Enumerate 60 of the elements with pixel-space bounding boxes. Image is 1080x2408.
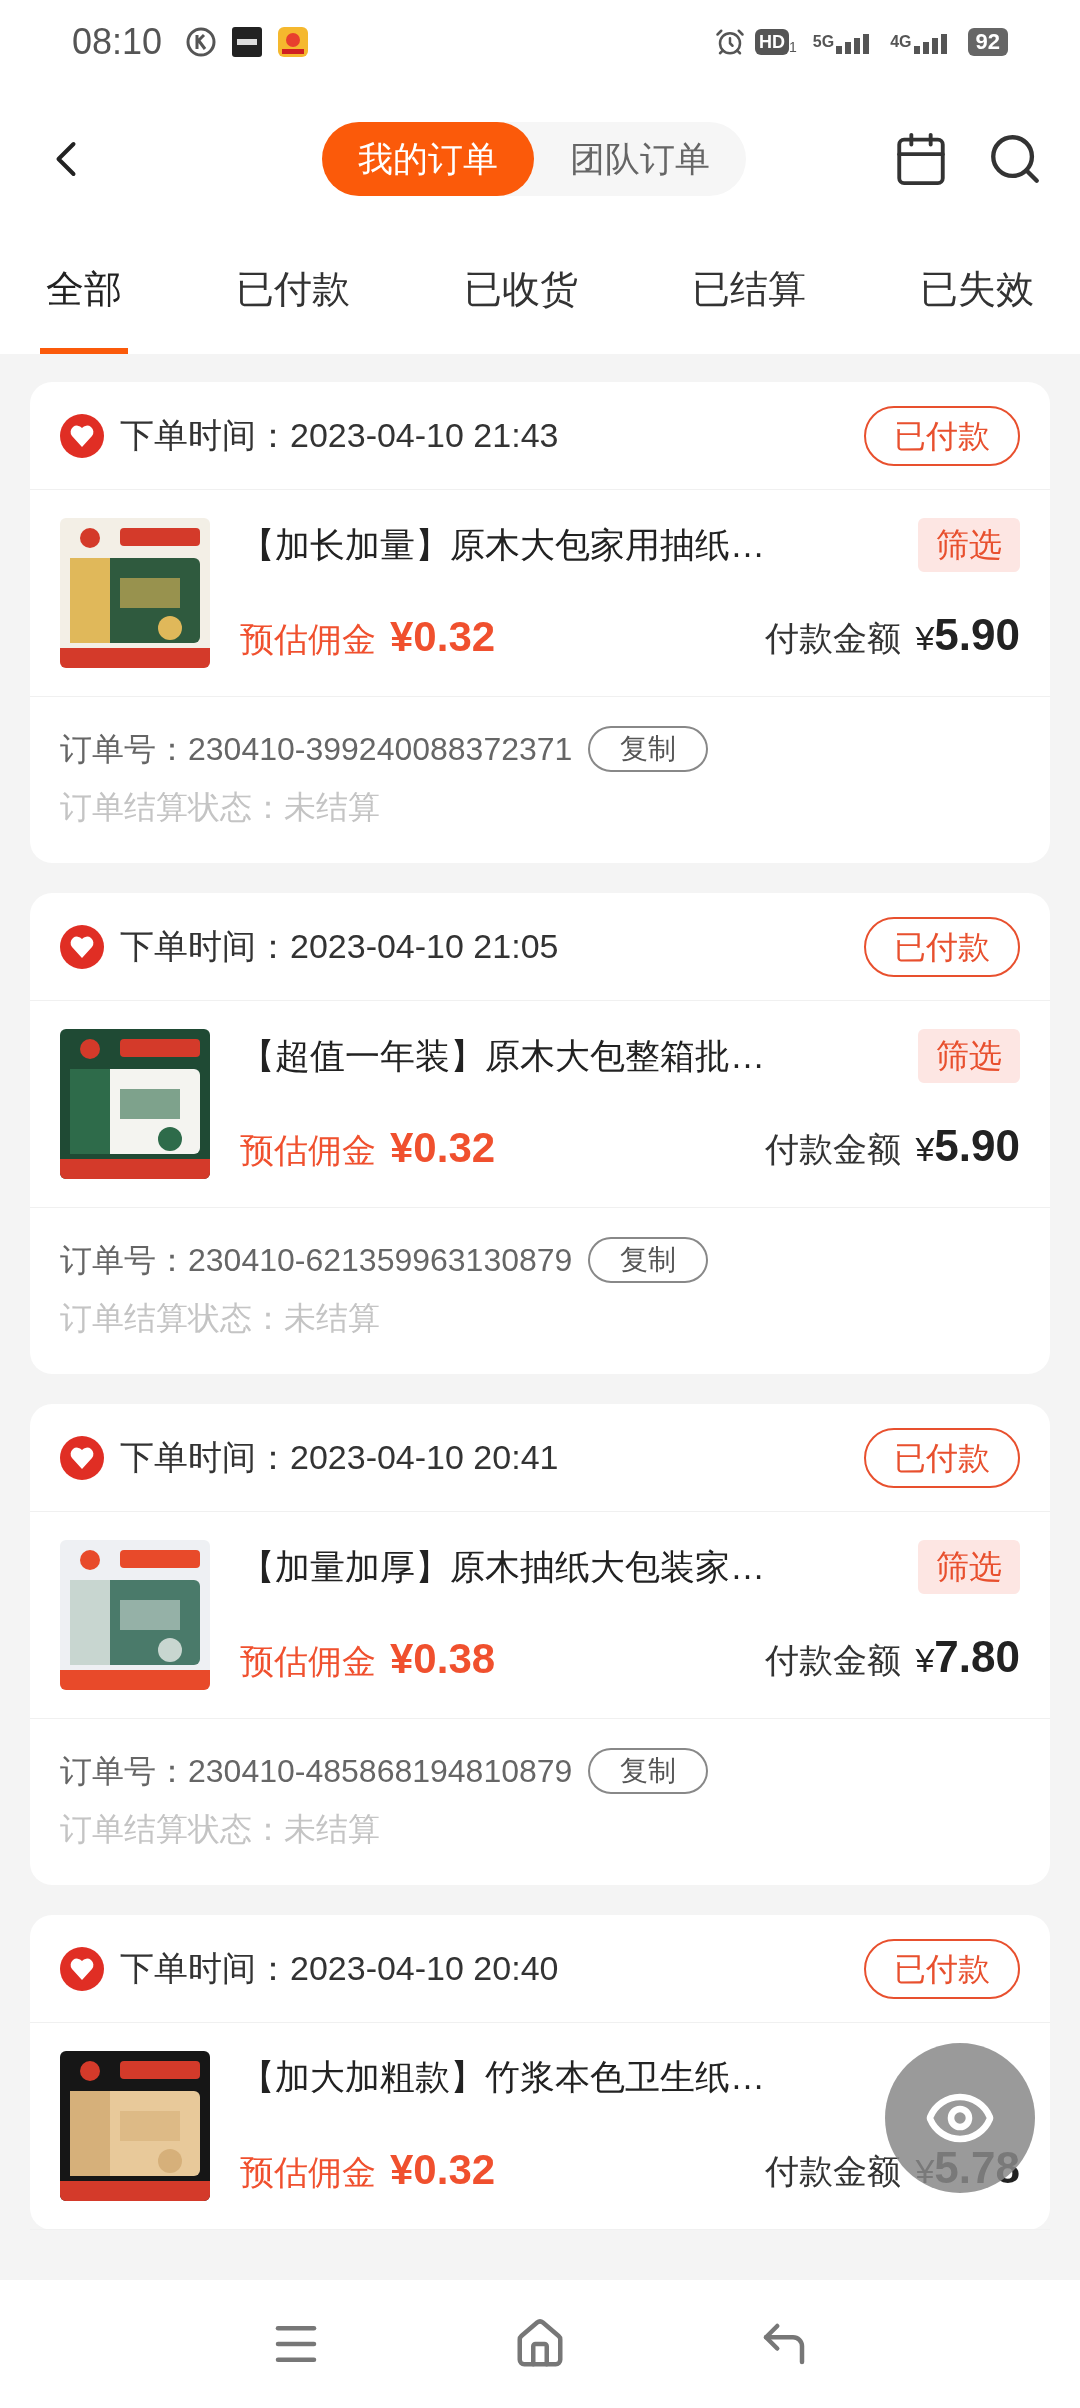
settlement-status: 订单结算状态：未结算 xyxy=(60,1299,381,1338)
battery-indicator: 92 xyxy=(967,28,1008,56)
order-time-label: 下单时间： xyxy=(120,926,290,967)
commission-amount: ¥0.32 xyxy=(390,612,496,662)
product-title: 【加长加量】原木大包家用抽纸… xyxy=(240,523,765,566)
order-status: 已付款 xyxy=(864,405,1020,466)
order-status: 已付款 xyxy=(864,916,1020,977)
shop-logo-icon xyxy=(60,1946,104,1991)
commission-label: 预估佣金 xyxy=(240,2152,376,2193)
commission-amount: ¥0.32 xyxy=(390,1123,496,1173)
order-time-label: 下单时间： xyxy=(120,1437,290,1478)
shop-logo-icon xyxy=(60,413,104,458)
order-time-label: 下单时间： xyxy=(120,415,290,456)
commission-label: 预估佣金 xyxy=(240,1130,376,1171)
sim-indicator: 1 xyxy=(789,38,797,57)
paid-label: 付款金额 xyxy=(765,618,902,659)
copy-button[interactable]: 复制 xyxy=(588,1237,709,1283)
alarm-icon xyxy=(715,27,746,57)
order-time: 2023-04-10 21:43 xyxy=(290,415,559,456)
paid-amount: ¥5.90 xyxy=(915,1120,1020,1172)
filter-tab[interactable]: 已结算 xyxy=(686,234,812,354)
order-number: 订单号：230410-621359963130879 xyxy=(60,1241,573,1280)
hd-indicator: HD xyxy=(755,29,790,55)
copy-button[interactable]: 复制 xyxy=(588,726,709,772)
product-title: 【超值一年装】原木大包整箱批… xyxy=(240,1034,765,1077)
k-circle-icon xyxy=(186,27,217,57)
settlement-status: 订单结算状态：未结算 xyxy=(60,1810,381,1849)
product-title: 【加大加粗款】竹浆本色卫生纸… xyxy=(240,2056,765,2098)
order-status: 已付款 xyxy=(864,1938,1020,1999)
shop-logo-icon xyxy=(60,924,104,969)
network-type: 4G xyxy=(890,32,912,52)
order-status: 已付款 xyxy=(864,1427,1020,1488)
status-time: 08:10 xyxy=(72,20,163,64)
paid-label: 付款金额 xyxy=(765,1640,902,1681)
copy-button[interactable]: 复制 xyxy=(588,1748,709,1794)
filter-tab[interactable]: 已失效 xyxy=(914,234,1040,354)
filter-tab[interactable]: 已付款 xyxy=(230,234,356,354)
network-type: 5G xyxy=(812,32,835,52)
shop-logo-icon xyxy=(60,1435,104,1480)
paid-amount: ¥7.80 xyxy=(915,1631,1020,1683)
filter-tab[interactable]: 已收货 xyxy=(458,234,584,354)
commission-label: 预估佣金 xyxy=(240,1641,376,1682)
paid-amount: ¥5.90 xyxy=(915,609,1020,661)
order-time: 2023-04-10 20:41 xyxy=(290,1437,559,1478)
app-icon xyxy=(278,27,309,57)
paid-label: 付款金额 xyxy=(765,1129,902,1170)
commission-label: 预估佣金 xyxy=(240,619,376,660)
commission-amount: ¥0.32 xyxy=(390,2145,496,2195)
order-number: 订单号：230410-399240088372371 xyxy=(60,730,573,769)
filter-tab[interactable]: 全部 xyxy=(40,234,128,354)
segment-tab[interactable]: 团队订单 xyxy=(534,122,746,196)
order-time-label: 下单时间： xyxy=(120,1948,290,1989)
app-icon xyxy=(232,27,263,57)
paid-label: 付款金额 xyxy=(765,2151,902,2192)
order-number: 订单号：230410-485868194810879 xyxy=(60,1752,573,1791)
commission-amount: ¥0.38 xyxy=(390,1634,496,1684)
product-title: 【加量加厚】原木抽纸大包装家… xyxy=(240,1545,765,1588)
order-time: 2023-04-10 20:40 xyxy=(290,1948,559,1989)
order-time: 2023-04-10 21:05 xyxy=(290,926,559,967)
settlement-status: 订单结算状态：未结算 xyxy=(60,788,381,827)
